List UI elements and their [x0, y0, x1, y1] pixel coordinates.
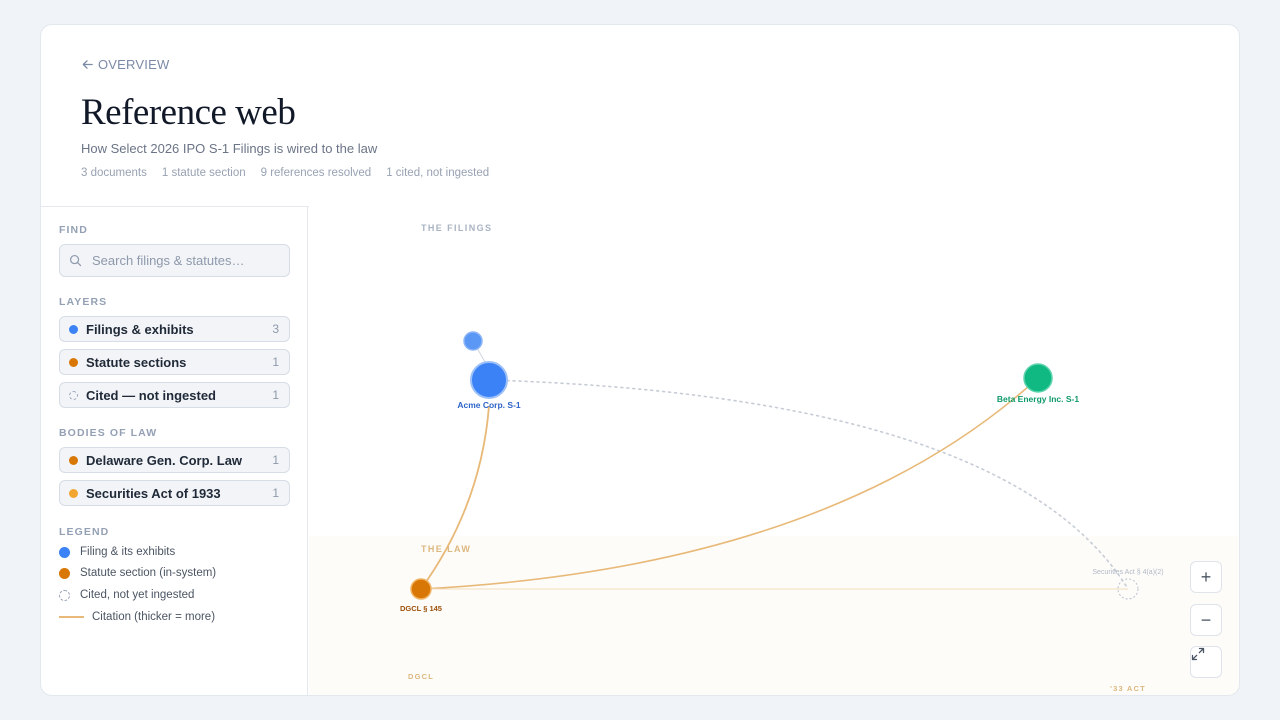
stat-references: 9 references resolved	[260, 167, 372, 179]
orange-dot-icon	[69, 455, 78, 465]
orange-dot-icon	[59, 567, 70, 579]
legend-text: Filing & its exhibits	[80, 546, 176, 558]
layers-label: LAYERS	[59, 296, 108, 308]
body-label: Delaware Gen. Corp. Law	[86, 452, 243, 468]
dashed-circle-icon	[59, 589, 70, 601]
filings-band-label: THE FILINGS	[421, 223, 492, 233]
summary-stats: 3 documents 1 statute section 9 referenc…	[81, 167, 489, 179]
back-label: OVERVIEW	[98, 57, 170, 72]
minus-icon: −	[1200, 609, 1212, 630]
layer-count: 3	[272, 322, 279, 336]
reference-graph-canvas[interactable]: THE FILINGS THE LAW DGCL '33 ACT Acme Co…	[309, 206, 1239, 695]
legend-text: Statute section (in-system)	[80, 567, 217, 579]
layer-filings-toggle[interactable]: Filings & exhibits 3	[59, 316, 290, 342]
search-box	[59, 244, 290, 277]
blue-dot-icon	[59, 546, 70, 558]
filings-band-bg	[309, 206, 1239, 536]
blue-dot-icon	[69, 324, 78, 334]
stat-statutes: 1 statute section	[161, 167, 246, 179]
exhibit-node[interactable]	[463, 331, 483, 351]
zoom-out-button[interactable]: −	[1190, 604, 1222, 636]
orange-dot-icon	[69, 357, 78, 367]
body-count: 1	[272, 486, 279, 500]
layer-label: Filings & exhibits	[86, 321, 194, 337]
zoom-in-button[interactable]: +	[1190, 561, 1222, 593]
stat-cited-not-ingested: 1 cited, not ingested	[386, 167, 490, 179]
find-label: FIND	[59, 224, 88, 236]
plus-icon: +	[1200, 566, 1212, 587]
dgcl-statute-node[interactable]	[410, 578, 432, 600]
amber-dot-icon	[69, 488, 78, 498]
legend-item: Citation (thicker = more)	[59, 611, 215, 623]
layer-label: Cited — not ingested	[86, 387, 216, 403]
body-dgcl-toggle[interactable]: Delaware Gen. Corp. Law 1	[59, 447, 290, 473]
layer-statutes-toggle[interactable]: Statute sections 1	[59, 349, 290, 375]
dashed-circle-icon	[69, 390, 78, 400]
legend-text: Citation (thicker = more)	[92, 611, 216, 623]
securities-act-node-label: Securities Act § 4(a)(2)	[1092, 569, 1163, 576]
citation-line-icon	[59, 616, 84, 618]
beta-filing-node[interactable]	[1023, 363, 1053, 393]
acme-node-label: Acme Corp. S-1	[457, 400, 521, 410]
page-subtitle: How Select 2026 IPO S-1 Filings is wired…	[81, 141, 378, 156]
body-securities-act-toggle[interactable]: Securities Act of 1933 1	[59, 480, 290, 506]
stat-documents: 3 documents	[81, 167, 147, 179]
filter-sidebar: FIND LAYERS Filings & exhibits 3 Statute…	[41, 206, 308, 695]
search-input[interactable]	[90, 252, 284, 269]
legend-text: Cited, not yet ingested	[80, 589, 195, 601]
layer-count: 1	[272, 355, 279, 369]
body-count: 1	[272, 453, 279, 467]
body-label: Securities Act of 1933	[86, 485, 221, 501]
reference-web-card: OVERVIEW Reference web How Select 2026 I…	[40, 24, 1240, 696]
beta-node-label: Beta Energy Inc. S-1	[997, 394, 1079, 404]
acme-filing-node[interactable]	[470, 361, 508, 399]
expand-icon	[1191, 647, 1205, 661]
legend-label: LEGEND	[59, 526, 110, 538]
fit-to-screen-button[interactable]	[1190, 646, 1222, 678]
legend-item: Filing & its exhibits	[59, 546, 175, 558]
bodies-of-law-label: BODIES OF LAW	[59, 427, 158, 439]
search-icon	[69, 254, 82, 267]
securities-act-band-label: '33 ACT	[1110, 684, 1146, 693]
page-title: Reference web	[81, 92, 296, 133]
page-header: OVERVIEW Reference web How Select 2026 I…	[41, 25, 1239, 207]
back-to-overview-link[interactable]: OVERVIEW	[81, 57, 169, 72]
layer-count: 1	[272, 388, 279, 402]
layer-cited-toggle[interactable]: Cited — not ingested 1	[59, 382, 290, 408]
arrow-left-icon	[82, 60, 93, 69]
legend-item: Statute section (in-system)	[59, 567, 216, 579]
dgcl-band-label: DGCL	[408, 672, 434, 681]
layer-label: Statute sections	[86, 354, 187, 370]
dgcl-node-label: DGCL § 145	[400, 604, 442, 613]
legend-item: Cited, not yet ingested	[59, 589, 194, 601]
reference-graph: THE FILINGS THE LAW DGCL '33 ACT Acme Co…	[309, 206, 1239, 693]
